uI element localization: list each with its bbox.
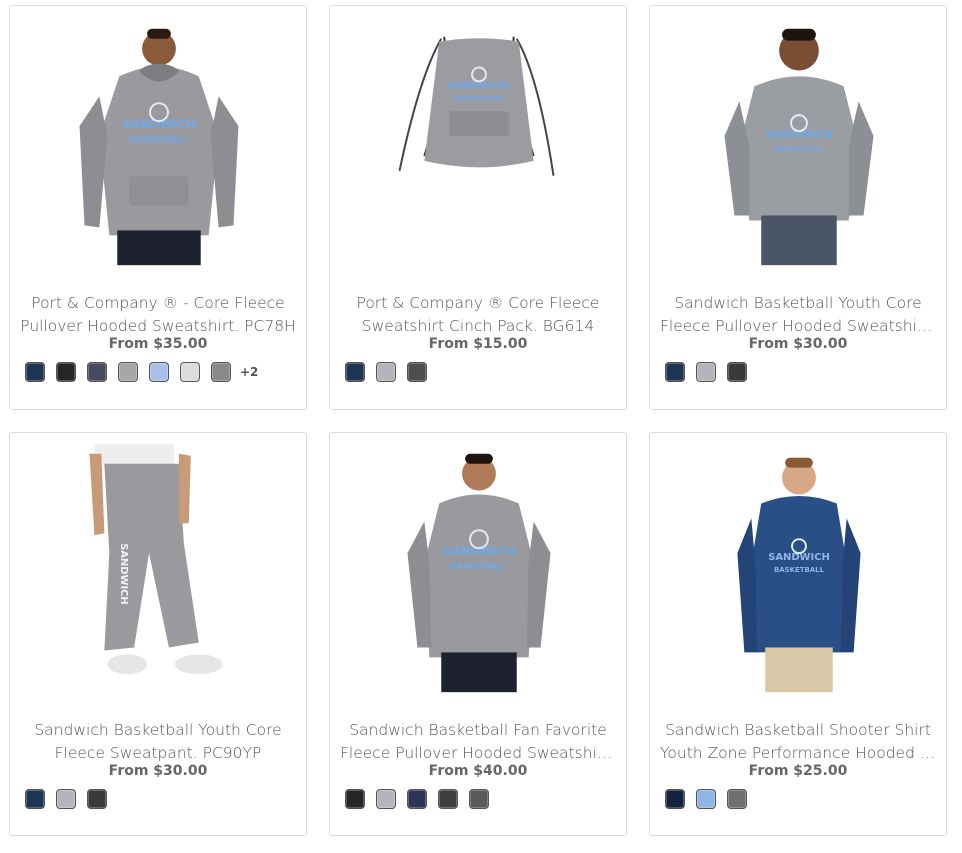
color-swatch-grey[interactable] <box>376 789 396 809</box>
more-colors-count[interactable]: +2 <box>240 365 258 379</box>
color-swatch-navy[interactable] <box>345 362 365 382</box>
color-swatch-navy[interactable] <box>665 789 685 809</box>
product-image[interactable]: SANDWICH BASKETBALL <box>330 16 626 266</box>
svg-text:BASKETBALL: BASKETBALL <box>774 145 825 153</box>
product-card[interactable]: SANDWICH BASKETBALL Sandwich Basketball … <box>649 432 947 836</box>
product-name-line[interactable]: Port & Company ® Core Fleece <box>340 292 616 315</box>
product-name-line[interactable]: Pullover Hooded Sweatshirt. PC78H <box>20 315 296 338</box>
color-swatch-grey[interactable] <box>376 362 396 382</box>
color-swatch-light-blue[interactable] <box>696 789 716 809</box>
product-image[interactable]: SANDWICH BASKETBALL <box>10 16 306 266</box>
product-card[interactable]: SANDWICH BASKETBALL Sandwich Basketball … <box>329 432 627 836</box>
product-grid: SANDWICH BASKETBALL Port & Company ® - C… <box>0 0 962 853</box>
color-swatch-light-blue[interactable] <box>149 362 169 382</box>
product-card[interactable]: SANDWICH BASKETBALL Port & Company ® - C… <box>9 5 307 410</box>
product-name[interactable]: Port & Company ® Core Fleece Sweatshirt … <box>340 292 616 338</box>
color-swatches <box>345 362 438 382</box>
product-name-line[interactable]: Sandwich Basketball Youth Core <box>20 719 296 742</box>
product-card[interactable]: SANDWICH BASKETBALL Sandwich Basketball … <box>649 5 947 410</box>
color-swatch-charcoal[interactable] <box>438 789 458 809</box>
product-name-line[interactable]: Fleece Pullover Hooded Sweatshirt... <box>340 742 616 765</box>
product-name[interactable]: Sandwich Basketball Fan Favorite Fleece … <box>340 719 616 765</box>
color-swatch-charcoal[interactable] <box>407 362 427 382</box>
product-image[interactable]: SANDWICH BASKETBALL <box>650 443 946 693</box>
color-swatch-grey[interactable] <box>727 789 747 809</box>
product-name-line[interactable]: Youth Zone Performance Hooded T-... <box>660 742 936 765</box>
product-name-line[interactable]: Port & Company ® - Core Fleece <box>20 292 296 315</box>
color-swatch-grey[interactable] <box>118 362 138 382</box>
color-swatch-grey[interactable] <box>696 362 716 382</box>
product-name-line[interactable]: Fleece Sweatpant. PC90YP <box>20 742 296 765</box>
product-name[interactable]: Sandwich Basketball Shooter Shirt Youth … <box>660 719 936 765</box>
product-name-line[interactable]: Sandwich Basketball Fan Favorite <box>340 719 616 742</box>
product-card[interactable]: SANDWICH Sandwich Basketball Youth Core … <box>9 432 307 836</box>
color-swatches: +2 <box>25 362 258 382</box>
svg-text:SANDWICH: SANDWICH <box>765 128 833 141</box>
svg-text:BASKETBALL: BASKETBALL <box>130 135 187 144</box>
product-image[interactable]: SANDWICH BASKETBALL <box>650 16 946 266</box>
color-swatches <box>665 789 758 809</box>
svg-text:BASKETBALL: BASKETBALL <box>774 566 825 574</box>
svg-text:SANDWICH: SANDWICH <box>122 117 196 131</box>
color-swatch-grey[interactable] <box>56 789 76 809</box>
color-swatch-ash[interactable] <box>180 362 200 382</box>
svg-text:SANDWICH: SANDWICH <box>118 543 129 605</box>
color-swatches <box>25 789 118 809</box>
color-swatch-graphite[interactable] <box>211 362 231 382</box>
color-swatch-navy[interactable] <box>25 789 45 809</box>
product-name-line[interactable]: Sandwich Basketball Youth Core <box>660 292 936 315</box>
color-swatch-navy[interactable] <box>407 789 427 809</box>
product-price: From $30.00 <box>748 336 848 352</box>
color-swatch-black[interactable] <box>56 362 76 382</box>
product-card[interactable]: SANDWICH BASKETBALL Port & Company ® Cor… <box>329 5 627 410</box>
product-price: From $30.00 <box>108 763 208 779</box>
product-price: From $40.00 <box>428 763 528 779</box>
product-name-line[interactable]: Sweatshirt Cinch Pack. BG614 <box>340 315 616 338</box>
svg-text:BASKETBALL: BASKETBALL <box>454 94 505 102</box>
color-swatch-navy[interactable] <box>25 362 45 382</box>
product-name[interactable]: Sandwich Basketball Youth Core Fleece Pu… <box>660 292 936 338</box>
color-swatch-charcoal[interactable] <box>727 362 747 382</box>
svg-text:SANDWICH: SANDWICH <box>442 544 516 558</box>
product-price: From $15.00 <box>428 336 528 352</box>
color-swatch-navy[interactable] <box>665 362 685 382</box>
color-swatch-black[interactable] <box>345 789 365 809</box>
product-name[interactable]: Port & Company ® - Core Fleece Pullover … <box>20 292 296 338</box>
product-image[interactable]: SANDWICH BASKETBALL <box>330 443 626 693</box>
svg-text:BASKETBALL: BASKETBALL <box>450 562 507 571</box>
product-price: From $25.00 <box>748 763 848 779</box>
color-swatches <box>345 789 500 809</box>
color-swatch-graphite[interactable] <box>469 789 489 809</box>
color-swatches <box>665 362 758 382</box>
product-name-line[interactable]: Sandwich Basketball Shooter Shirt <box>660 719 936 742</box>
product-price: From $35.00 <box>108 336 208 352</box>
color-swatch-charcoal[interactable] <box>87 362 107 382</box>
product-image[interactable]: SANDWICH <box>10 443 306 693</box>
color-swatch-charcoal[interactable] <box>87 789 107 809</box>
product-name[interactable]: Sandwich Basketball Youth Core Fleece Sw… <box>20 719 296 765</box>
product-name-line[interactable]: Fleece Pullover Hooded Sweatshirt... <box>660 315 936 338</box>
